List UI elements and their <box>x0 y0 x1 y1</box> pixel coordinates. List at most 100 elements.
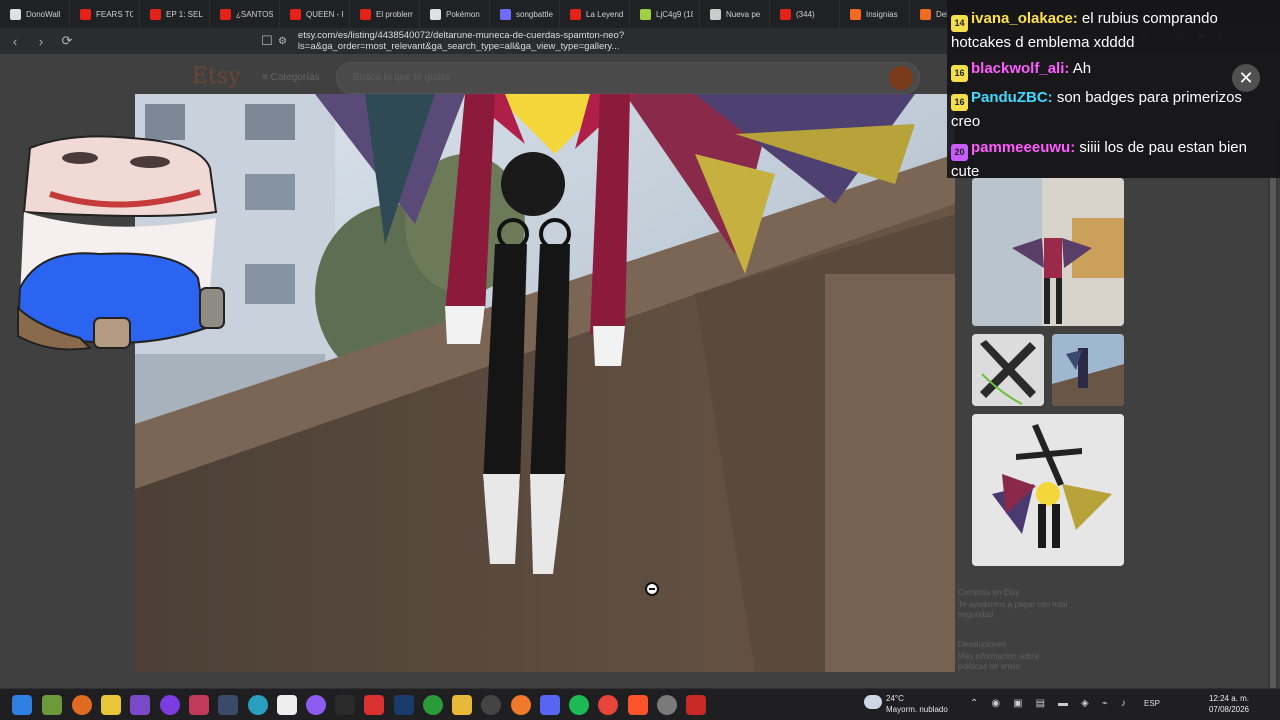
tray-app-icon[interactable]: ▣ <box>1013 698 1022 709</box>
app-icon[interactable] <box>218 695 238 715</box>
app-icon[interactable] <box>335 695 355 715</box>
chat-text: Ah <box>1069 60 1092 77</box>
thumbnail-image <box>972 178 1124 326</box>
app-icon[interactable] <box>481 695 501 715</box>
cloud-icon <box>864 695 882 709</box>
browser-tab[interactable]: songbattle <box>490 0 560 28</box>
xbox-icon[interactable] <box>423 695 443 715</box>
browser-tab[interactable]: LjC4g9 (18 <box>630 0 700 28</box>
weather-desc: Mayorm. nublado <box>886 705 948 714</box>
hint-heading: Devoluciones <box>958 640 1007 649</box>
obs-icon[interactable] <box>306 695 326 715</box>
browser-tab[interactable]: QUEEN - F <box>280 0 350 28</box>
zoom-out-cursor-icon <box>645 582 659 596</box>
scrollbar-thumb[interactable] <box>1270 118 1276 708</box>
app-icon[interactable] <box>364 695 384 715</box>
tab-title: LjC4g9 (18 <box>656 9 693 19</box>
sub-badge-icon: 14 <box>951 15 968 32</box>
tab-title: Pokémon <box>446 9 480 19</box>
steam-icon[interactable]: ◈ <box>1081 698 1089 709</box>
browser-tab[interactable]: El problem <box>350 0 420 28</box>
tab-title: ¿SANTOS <box>236 9 273 19</box>
tab-title: Nueva pe <box>726 9 761 19</box>
sub-badge-icon: 20 <box>951 144 968 161</box>
twitch-icon[interactable] <box>130 695 150 715</box>
site-info-icon[interactable]: ⚙ <box>278 36 292 47</box>
thumbnail-image <box>1052 334 1124 406</box>
spamton-puppet-photo <box>135 94 955 672</box>
spotify-icon[interactable] <box>569 695 589 715</box>
chat-message: 16 blackwolf_ali: Ah <box>951 58 1274 82</box>
sub-badge-icon: 16 <box>951 94 968 111</box>
app-icon[interactable] <box>160 695 180 715</box>
tab-favicon-icon <box>500 8 511 20</box>
reload-icon[interactable]: ⟳ <box>56 30 78 52</box>
discord-icon[interactable] <box>540 695 560 715</box>
system-tray: ⌃ ◉ ▣ ▤ ▬ ◈ ⌁ ♪ <box>970 698 1126 709</box>
microphone-icon[interactable]: ♪ <box>1121 698 1126 709</box>
browser-tab[interactable]: Insignias <box>840 0 910 28</box>
chevron-up-icon[interactable]: ⌃ <box>970 698 978 709</box>
app-icon[interactable] <box>72 695 92 715</box>
notion-icon[interactable] <box>277 695 297 715</box>
browser-tab[interactable]: ¿SANTOS <box>210 0 280 28</box>
forward-icon[interactable]: › <box>30 30 52 52</box>
product-main-image[interactable] <box>135 94 955 672</box>
chat-username: ivana_olakace: <box>971 10 1078 27</box>
file-explorer-icon[interactable] <box>101 695 121 715</box>
tray-app-icon[interactable]: ▬ <box>1058 698 1068 709</box>
browser-tab[interactable]: (344) <box>770 0 840 28</box>
chrome-icon[interactable] <box>598 695 618 715</box>
clock[interactable]: 12:24 a. m. 07/08/2026 <box>1204 693 1254 715</box>
etsy-logo[interactable]: Etsy <box>192 64 241 89</box>
valorant-icon[interactable] <box>189 695 209 715</box>
chat-username: PanduZBC: <box>971 89 1053 106</box>
product-thumbnail[interactable] <box>972 178 1124 326</box>
product-thumbnail[interactable] <box>972 334 1044 406</box>
minecraft-icon[interactable] <box>42 695 62 715</box>
address-bar[interactable]: ⚙ etsy.com/es/listing/4438540072/deltaru… <box>278 30 942 52</box>
app-icon[interactable] <box>657 695 677 715</box>
tab-title: QUEEN - F <box>306 9 343 19</box>
start-icon[interactable] <box>12 695 32 715</box>
tab-favicon-icon <box>780 8 791 20</box>
chat-message: 14 ivana_olakace: el rubius comprando hot… <box>951 8 1274 53</box>
photoshop-icon[interactable] <box>394 695 414 715</box>
tab-favicon-icon <box>150 8 161 20</box>
language-indicator[interactable]: ESP <box>1144 699 1160 708</box>
product-thumbnail[interactable] <box>1052 334 1124 406</box>
chat-username: blackwolf_ali: <box>971 60 1070 77</box>
browser-tab[interactable]: Pokémon <box>420 0 490 28</box>
back-icon[interactable]: ‹ <box>4 30 26 52</box>
tray-app-icon[interactable]: ◉ <box>991 698 1000 709</box>
brave-icon[interactable] <box>628 695 648 715</box>
categories-button[interactable]: ≡ Categorías <box>262 72 320 83</box>
search-input[interactable]: Busca lo que te gusta <box>336 62 920 94</box>
edge-icon[interactable] <box>248 695 268 715</box>
tab-favicon-icon <box>920 8 931 20</box>
address-url: etsy.com/es/listing/4438540072/deltarune… <box>297 30 625 52</box>
tray-app-icon[interactable]: ▤ <box>1036 698 1045 709</box>
tab-favicon-icon <box>10 8 21 20</box>
sub-badge-icon: 16 <box>951 65 968 82</box>
browser-tab[interactable]: La Leyend <box>560 0 630 28</box>
product-thumbnail[interactable] <box>972 414 1124 566</box>
folder-icon[interactable] <box>452 695 472 715</box>
browser-tab[interactable]: DonoWall <box>0 0 70 28</box>
page-scrollbar[interactable] <box>1268 108 1278 720</box>
bookmark-icon[interactable]: ☐ <box>256 30 278 52</box>
search-button[interactable] <box>889 66 913 90</box>
browser-tab[interactable]: EP 1: SELE <box>140 0 210 28</box>
browser-tab[interactable]: Nueva pe <box>700 0 770 28</box>
app-icon[interactable] <box>686 695 706 715</box>
firefox-icon[interactable] <box>511 695 531 715</box>
browser-tab[interactable]: FEARS TO <box>70 0 140 28</box>
cartoon-sticker-overlay <box>10 128 230 368</box>
close-icon[interactable]: ✕ <box>1232 64 1260 92</box>
tab-title: FEARS TO <box>96 9 133 19</box>
tab-favicon-icon <box>640 8 651 20</box>
chat-username: pammeeeuwu: <box>971 139 1076 156</box>
stream-chat-overlay: 14 ivana_olakace: el rubius comprando hot… <box>947 0 1280 180</box>
tab-favicon-icon <box>710 8 721 20</box>
network-icon[interactable]: ⌁ <box>1102 698 1108 709</box>
